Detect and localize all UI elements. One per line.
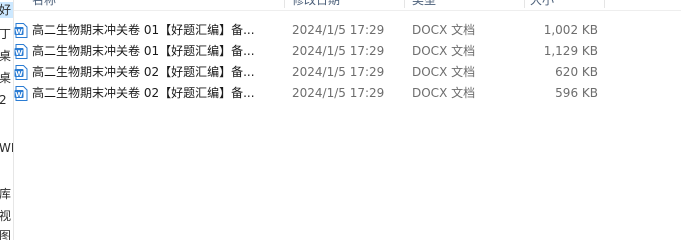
svg-text:W: W <box>15 28 23 36</box>
svg-text:W: W <box>15 70 23 78</box>
word-doc-icon: W <box>14 23 28 38</box>
file-list: W 高二生物期末冲关卷 01【好题汇编】备... 2024/1/5 17:29 … <box>14 20 681 104</box>
file-type: DOCX 文档 <box>412 23 476 37</box>
file-name: 高二生物期末冲关卷 01【好题汇编】备... <box>32 23 255 37</box>
nav-item[interactable]: 2 <box>0 92 13 108</box>
file-type: DOCX 文档 <box>412 65 476 79</box>
file-explorer-window: 好 丁 桌 桌 2 WP 库 视 图 名称 修改日期 类型 大小 W 高二 <box>0 0 681 240</box>
file-row[interactable]: W 高二生物期末冲关卷 02【好题汇编】备... 2024/1/5 17:29 … <box>14 62 681 83</box>
file-name: 高二生物期末冲关卷 02【好题汇编】备... <box>32 86 255 100</box>
word-doc-icon: W <box>14 44 28 59</box>
file-date: 2024/1/5 17:29 <box>292 44 385 58</box>
file-row[interactable]: W 高二生物期末冲关卷 02【好题汇编】备... 2024/1/5 17:29 … <box>14 83 681 104</box>
file-size: 620 KB <box>555 65 598 79</box>
word-doc-icon: W <box>14 86 28 101</box>
file-date: 2024/1/5 17:29 <box>292 86 385 100</box>
column-divider[interactable] <box>524 0 525 8</box>
svg-text:W: W <box>15 49 23 57</box>
column-divider[interactable] <box>404 0 405 8</box>
nav-item[interactable]: 库 <box>0 186 13 202</box>
column-header-row: 名称 修改日期 类型 大小 <box>14 0 681 11</box>
column-header-date[interactable]: 修改日期 <box>292 0 340 10</box>
nav-item[interactable]: 桌 <box>0 48 13 64</box>
column-divider[interactable] <box>604 0 605 8</box>
file-type: DOCX 文档 <box>412 86 476 100</box>
column-header-type[interactable]: 类型 <box>412 0 436 10</box>
file-size: 596 KB <box>555 86 598 100</box>
nav-item[interactable]: WP <box>0 140 13 156</box>
word-doc-icon: W <box>14 65 28 80</box>
navigation-pane[interactable]: 好 丁 桌 桌 2 WP 库 视 图 <box>0 0 14 240</box>
nav-item[interactable]: 好 <box>0 2 13 18</box>
file-date: 2024/1/5 17:29 <box>292 23 385 37</box>
file-size: 1,002 KB <box>543 23 598 37</box>
file-date: 2024/1/5 17:29 <box>292 65 385 79</box>
file-name: 高二生物期末冲关卷 01【好题汇编】备... <box>32 44 255 58</box>
file-row[interactable]: W 高二生物期末冲关卷 01【好题汇编】备... 2024/1/5 17:29 … <box>14 20 681 41</box>
column-header-name[interactable]: 名称 <box>32 0 56 10</box>
file-name: 高二生物期末冲关卷 02【好题汇编】备... <box>32 65 255 79</box>
nav-item[interactable]: 丁 <box>0 26 13 42</box>
nav-item[interactable]: 桌 <box>0 70 13 86</box>
column-divider[interactable] <box>284 0 285 8</box>
file-size: 1,129 KB <box>543 44 598 58</box>
file-type: DOCX 文档 <box>412 44 476 58</box>
svg-text:W: W <box>15 91 23 99</box>
file-row[interactable]: W 高二生物期末冲关卷 01【好题汇编】备... 2024/1/5 17:29 … <box>14 41 681 62</box>
nav-item[interactable]: 图 <box>0 228 13 240</box>
nav-item[interactable]: 视 <box>0 208 13 224</box>
column-header-size[interactable]: 大小 <box>530 0 554 10</box>
